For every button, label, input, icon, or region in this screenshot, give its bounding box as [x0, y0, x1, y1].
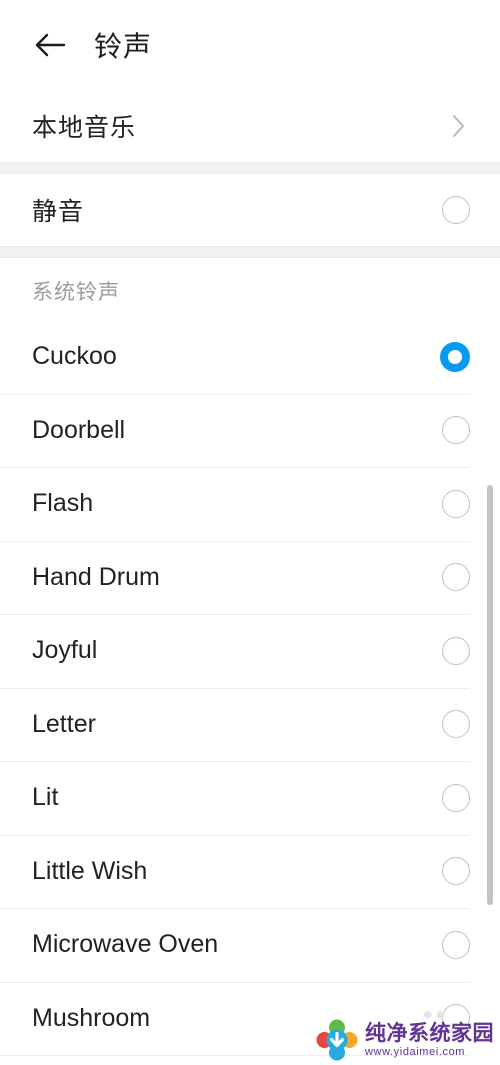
ringtone-row[interactable]: Flash	[0, 467, 500, 541]
download-flower-logo-icon	[316, 1019, 358, 1061]
page-title: 铃声	[94, 31, 153, 62]
watermark-text: 纯净系统家园 www.yidaimei.com	[365, 1023, 494, 1058]
ringtone-radio[interactable]	[442, 857, 470, 886]
ringtone-radio[interactable]	[442, 489, 470, 518]
ringtone-radio-selected[interactable]	[440, 341, 470, 372]
watermark: 纯净系统家园 www.yidaimei.com	[316, 1019, 494, 1061]
section-divider-band-2	[0, 246, 500, 258]
ringtone-radio[interactable]	[442, 563, 470, 592]
ringtone-row[interactable]: Letter	[0, 687, 500, 761]
back-arrow-icon[interactable]	[30, 24, 72, 66]
chevron-right-icon	[448, 115, 470, 137]
ringtone-row[interactable]: Joyful	[0, 614, 500, 688]
ringtone-settings-screen: 铃声 本地音乐 静音 系统铃声 Cuckoo Doorbell Flash Hand …	[0, 0, 500, 1065]
ringtone-row[interactable]: Hand Drum	[0, 540, 500, 614]
watermark-title: 纯净系统家园	[365, 1021, 494, 1045]
ringtone-name: Hand Drum	[32, 562, 160, 591]
ringtone-name: Microwave Oven	[32, 930, 219, 959]
ringtone-name: Flash	[32, 489, 94, 518]
local-music-row[interactable]: 本地音乐	[0, 90, 500, 162]
ringtone-name: Cuckoo	[32, 342, 117, 371]
silent-radio[interactable]	[442, 196, 470, 224]
ringtone-row[interactable]: Microwave Oven	[0, 908, 500, 982]
ringtone-list: Cuckoo Doorbell Flash Hand Drum Joyful Letter…	[0, 320, 500, 1065]
app-bar: 铃声	[0, 0, 500, 90]
ringtone-row[interactable]: Lit	[0, 761, 500, 835]
ringtone-name: Letter	[32, 709, 96, 738]
ringtone-row[interactable]: Doorbell	[0, 393, 500, 467]
ringtone-row[interactable]: Little Wish	[0, 834, 500, 908]
section-divider-band-1	[0, 162, 500, 174]
ringtone-radio[interactable]	[442, 710, 470, 739]
ringtone-name: Joyful	[32, 636, 98, 665]
ringtone-name: Lit	[32, 783, 59, 812]
ringtone-name: Little Wish	[32, 856, 148, 885]
watermark-url: www.yidaimei.com	[365, 1045, 466, 1058]
ringtone-radio[interactable]	[442, 416, 470, 445]
ringtone-radio[interactable]	[442, 636, 470, 665]
ringtone-name: Doorbell	[32, 415, 126, 444]
silent-row[interactable]: 静音	[0, 174, 500, 246]
ringtone-radio[interactable]	[442, 783, 470, 812]
silent-label: 静音	[32, 198, 85, 226]
local-music-label: 本地音乐	[32, 114, 137, 142]
ringtone-radio[interactable]	[442, 930, 470, 959]
ringtone-row[interactable]: Cuckoo	[0, 320, 500, 394]
system-ringtones-section-header: 系统铃声	[0, 258, 500, 320]
